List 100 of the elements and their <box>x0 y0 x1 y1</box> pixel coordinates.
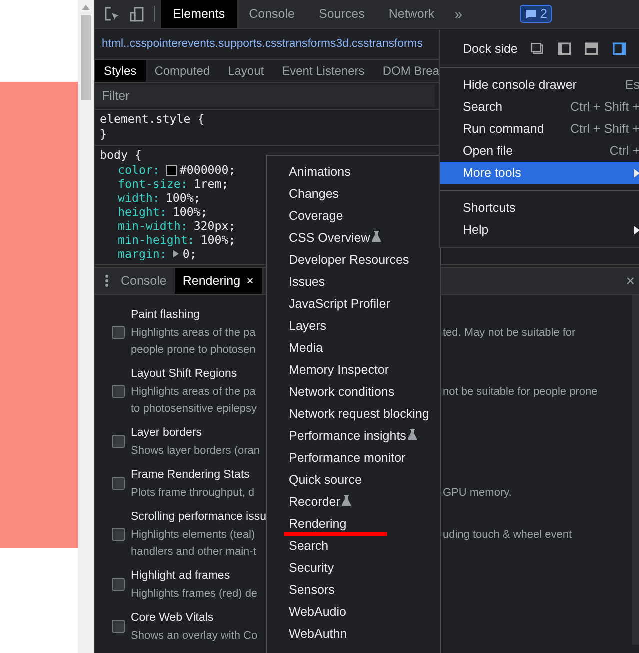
checkbox[interactable] <box>112 384 125 398</box>
menu-item[interactable]: Search <box>289 535 329 557</box>
close-tab-icon[interactable]: × <box>246 274 254 288</box>
menu-item[interactable]: CSS Overview <box>289 227 382 249</box>
menu-item[interactable]: Quick source <box>289 469 362 491</box>
dock-position-icon[interactable] <box>530 42 544 56</box>
menu-item[interactable]: Run command Ctrl + Shift + <box>440 118 639 140</box>
css-property: min-width: <box>118 219 188 233</box>
menu-item[interactable]: Help <box>440 219 639 241</box>
panel-tab[interactable]: Elements <box>161 0 238 28</box>
option-title: Scrolling performance issu <box>131 510 267 525</box>
menu-item[interactable]: Coverage <box>289 205 344 227</box>
option-description: not be suitable for people prone <box>443 385 598 400</box>
drawer-tab[interactable]: Console <box>113 268 175 294</box>
option-description: Highlights areas of the pa <box>131 326 256 341</box>
css-property: width: <box>118 191 160 205</box>
menu-item[interactable]: Layers <box>289 315 327 337</box>
css-property: min-height: <box>118 233 195 247</box>
dock-side-label: Dock side <box>463 42 519 56</box>
panel-tab[interactable]: Console <box>237 0 307 28</box>
menu-item[interactable]: Security <box>289 557 334 579</box>
option-description: Shows an overlay with Co <box>131 629 258 644</box>
menu-item[interactable]: Animations <box>289 161 351 183</box>
issues-badge[interactable]: 2 <box>520 5 552 23</box>
submenu-arrow-icon <box>634 226 639 234</box>
panel-tab[interactable]: Network <box>376 0 447 28</box>
css-selector: element.style { <box>100 112 205 127</box>
option-title: Frame Rendering Stats <box>131 468 250 483</box>
checkbox[interactable] <box>112 435 125 448</box>
option-description: Plots frame throughput, d <box>131 486 255 501</box>
submenu-arrow-icon <box>634 168 639 178</box>
menu-item[interactable]: Rendering <box>289 513 347 535</box>
css-value: 100%; <box>172 205 208 219</box>
device-toolbar-icon[interactable] <box>130 6 144 22</box>
scrollbar-thumb[interactable] <box>81 15 91 100</box>
menu-item[interactable]: Developer Resources <box>289 249 410 271</box>
flask-icon <box>408 428 418 440</box>
css-property: font-size: <box>118 177 188 191</box>
menu-item[interactable]: Memory Inspector <box>289 359 390 381</box>
option-description: to photosensitive epilepsy <box>131 402 257 417</box>
shortcut-label: Ctrl + Shift + <box>570 122 639 136</box>
option-description: GPU memory. <box>443 486 512 501</box>
css-selector: body { <box>100 148 142 163</box>
option-title: Layout Shift Regions <box>131 367 238 382</box>
menu-item[interactable]: Issues <box>289 271 326 293</box>
option-description: ted. May not be suitable for <box>443 326 576 341</box>
closing-brace: } <box>100 127 107 142</box>
drawer-tab[interactable]: Rendering × <box>174 268 262 294</box>
menu-item[interactable]: Network request blocking <box>289 403 430 425</box>
shortcut-label: Ctrl + Shift + <box>570 100 639 114</box>
menu-item[interactable]: Open file Ctrl + <box>440 140 639 162</box>
menu-item[interactable]: Sensors <box>289 579 335 601</box>
sidebar-tab[interactable]: Event Listeners <box>273 60 374 82</box>
css-property: margin: <box>118 247 167 261</box>
option-description: handlers and other main-t <box>131 545 256 560</box>
filter-field[interactable]: Filter <box>95 85 435 107</box>
menu-item[interactable]: Media <box>289 337 324 359</box>
css-value: 1rem; <box>194 177 229 191</box>
scrollbar[interactable] <box>78 0 94 653</box>
dock-position-icon[interactable] <box>612 42 626 56</box>
checkbox[interactable] <box>112 528 125 540</box>
menu-item[interactable]: WebAudio <box>289 601 346 623</box>
css-value: 0; <box>182 247 197 261</box>
option-title: Core Web Vitals <box>131 611 214 626</box>
css-property: height: <box>118 205 167 219</box>
option-description: people prone to photosen <box>131 343 256 358</box>
menu-item[interactable]: Changes <box>289 183 340 205</box>
scroll-up-icon[interactable] <box>82 5 90 10</box>
checkbox[interactable] <box>112 620 125 633</box>
inspect-element-icon[interactable] <box>105 6 120 22</box>
panel-tab[interactable]: Sources <box>306 0 377 28</box>
sidebar-tab[interactable]: Computed <box>146 60 220 82</box>
option-title: Paint flashing <box>131 308 200 323</box>
checkbox[interactable] <box>112 578 125 591</box>
option-description: Highlights frames (red) de <box>131 587 258 602</box>
menu-item[interactable]: Shortcuts <box>440 197 639 219</box>
close-icon[interactable]: × <box>626 272 635 290</box>
menu-item[interactable]: WebAuthn <box>289 623 348 645</box>
dock-position-icon[interactable] <box>585 42 599 56</box>
color-swatch[interactable] <box>166 164 177 176</box>
dock-position-icon[interactable] <box>558 42 572 56</box>
menu-item[interactable]: Search Ctrl + Shift + <box>440 96 639 118</box>
menu-item[interactable]: Performance insights <box>289 425 418 447</box>
flask-icon <box>342 494 352 506</box>
menu-item[interactable]: Network conditions <box>289 381 395 403</box>
expand-arrow-icon[interactable] <box>172 250 179 258</box>
option-title: Highlight ad frames <box>131 569 230 584</box>
menu-item[interactable]: JavaScript Profiler <box>289 293 390 315</box>
flask-icon <box>372 230 382 242</box>
breadcrumb[interactable]: html..csspointerevents.supports.csstransforms3d.csstransforms <box>102 38 423 50</box>
menu-item[interactable]: More tools <box>440 162 639 184</box>
more-tabs-icon[interactable]: » <box>454 6 462 22</box>
menu-item[interactable]: Performance monitor <box>289 447 406 469</box>
sidebar-tab[interactable]: Layout <box>219 60 274 82</box>
checkbox[interactable] <box>112 326 125 338</box>
sidebar-tab[interactable]: Styles <box>95 60 146 82</box>
checkbox[interactable] <box>112 477 125 490</box>
css-property: color: <box>118 163 160 177</box>
shortcut-label: Ctrl + <box>610 144 639 158</box>
menu-item[interactable]: Recorder <box>289 491 352 513</box>
